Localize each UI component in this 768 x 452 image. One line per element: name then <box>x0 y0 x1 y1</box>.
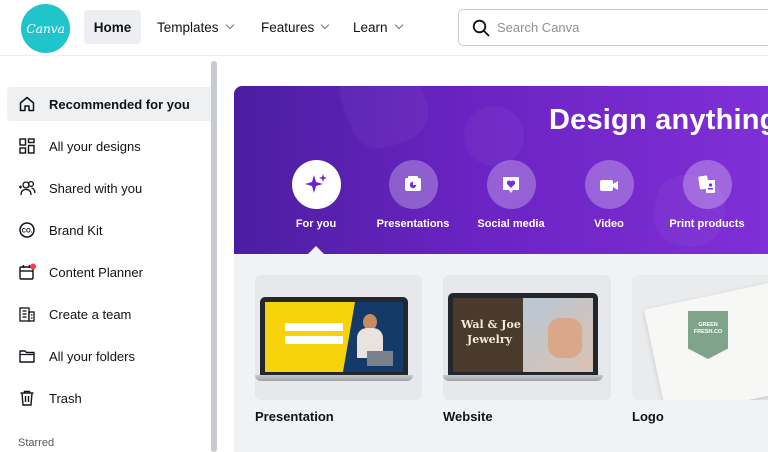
logo-text: Canva <box>26 21 65 36</box>
canva-logo[interactable]: Canva <box>21 4 70 53</box>
laptop-base <box>255 375 413 381</box>
search-input[interactable] <box>497 10 767 45</box>
heart-icon <box>503 176 519 193</box>
sidebar: Recommended for you All your designs Sha… <box>0 57 220 452</box>
sidebar-item-shared[interactable]: Shared with you <box>7 171 217 205</box>
logo-badge-line: GREEN <box>698 322 718 328</box>
nav-features[interactable]: Features <box>261 10 330 44</box>
category-video[interactable]: Video <box>559 160 659 230</box>
tile-label-website: Website <box>443 409 493 424</box>
laptop-illustration <box>255 297 418 387</box>
sparkle-icon <box>305 173 327 193</box>
logo-badge-line: FRESH.CO <box>693 329 723 335</box>
category-social-media[interactable]: Social media <box>461 160 561 230</box>
presentation-icon <box>405 175 421 191</box>
sidebar-item-label: Shared with you <box>49 180 143 196</box>
trash-icon <box>20 390 34 406</box>
category-icon-circle <box>388 160 438 209</box>
nav-templates-label: Templates <box>157 19 219 35</box>
sidebar-item-label: Trash <box>49 390 82 406</box>
nav-features-label: Features <box>261 19 315 35</box>
recommendation-tile-logo[interactable]: GREEN FRESH.CO <box>632 275 768 400</box>
category-for-you[interactable]: For you <box>266 160 366 230</box>
team-building-icon <box>19 307 35 322</box>
slide-text-bar <box>285 336 343 344</box>
chevron-down-icon <box>225 20 234 30</box>
sidebar-item-content-planner[interactable]: Content Planner <box>7 255 217 289</box>
category-label: For you <box>295 218 337 230</box>
nav-templates[interactable]: Templates <box>157 10 234 44</box>
hero-title: Design anything <box>549 104 768 136</box>
search-box[interactable] <box>458 9 768 46</box>
sidebar-item-brand-kit[interactable]: CO. Brand Kit <box>7 213 217 247</box>
nav-home-label: Home <box>93 19 132 35</box>
nav-learn[interactable]: Learn <box>353 10 403 44</box>
print-products-icon <box>698 174 715 193</box>
people-add-icon <box>19 180 36 196</box>
tile-label-logo: Logo <box>632 409 664 424</box>
laptop-screen: Wal & Joe Jewelry <box>453 298 593 372</box>
slide-text-bar <box>285 323 343 331</box>
nav-home[interactable]: Home <box>84 10 141 44</box>
category-icon-circle <box>291 160 341 209</box>
folder-icon <box>19 350 35 363</box>
sidebar-item-label: Recommended for you <box>49 96 190 112</box>
hero-banner: Design anything For you Presentations So… <box>234 86 768 254</box>
sidebar-item-label: Content Planner <box>49 264 143 280</box>
top-bar: Canva Home Templates Features Learn <box>0 0 768 56</box>
category-label: Social media <box>477 218 545 230</box>
category-label: Video <box>594 218 624 230</box>
search-icon <box>472 19 490 37</box>
nav-learn-label: Learn <box>353 19 388 35</box>
logo-badge-text: GREEN FRESH.CO <box>688 322 728 336</box>
sidebar-scrollbar[interactable] <box>211 61 217 452</box>
hero-decoration <box>331 86 437 157</box>
category-presentations[interactable]: Presentations <box>363 160 463 230</box>
desk-laptop <box>367 351 393 366</box>
category-icon-circle <box>584 160 634 209</box>
hand-with-jewelry <box>548 318 582 358</box>
category-print-products[interactable]: Print products <box>657 160 757 230</box>
grid-icon <box>19 138 35 154</box>
recommendation-tile-website[interactable]: Wal & Joe Jewelry <box>443 275 611 400</box>
category-label: Presentations <box>376 218 450 230</box>
website-brand-subtitle: Jewelry <box>467 333 513 346</box>
chevron-down-icon <box>321 20 330 30</box>
sidebar-item-folders[interactable]: All your folders <box>7 339 217 373</box>
website-brand-name: Wal & Joe <box>461 318 521 331</box>
brand-kit-icon: CO. <box>19 222 35 238</box>
calendar-icon <box>19 263 36 280</box>
sidebar-item-recommended[interactable]: Recommended for you <box>7 87 217 121</box>
tile-label-presentation: Presentation <box>255 409 334 424</box>
sidebar-item-create-team[interactable]: Create a team <box>7 297 217 331</box>
sidebar-item-label: Brand Kit <box>49 222 103 238</box>
category-label: Print products <box>669 218 745 230</box>
sidebar-item-label: All your designs <box>49 138 141 154</box>
sidebar-item-trash[interactable]: Trash <box>7 381 217 415</box>
sidebar-item-all-designs[interactable]: All your designs <box>7 129 217 163</box>
category-icon-circle <box>682 160 732 209</box>
starred-section-heading: Starred <box>18 437 55 449</box>
category-icon-circle <box>486 160 536 209</box>
home-icon <box>19 96 35 112</box>
svg-text:CO.: CO. <box>22 228 33 234</box>
video-camera-icon <box>600 179 618 191</box>
chevron-down-icon <box>394 20 403 30</box>
laptop-illustration: Wal & Joe Jewelry <box>443 293 606 388</box>
sidebar-item-label: Create a team <box>49 306 132 322</box>
sidebar-item-label: All your folders <box>49 348 135 364</box>
laptop-base <box>443 375 603 381</box>
laptop-screen <box>265 302 403 372</box>
recommendation-tile-presentation[interactable] <box>255 275 422 400</box>
